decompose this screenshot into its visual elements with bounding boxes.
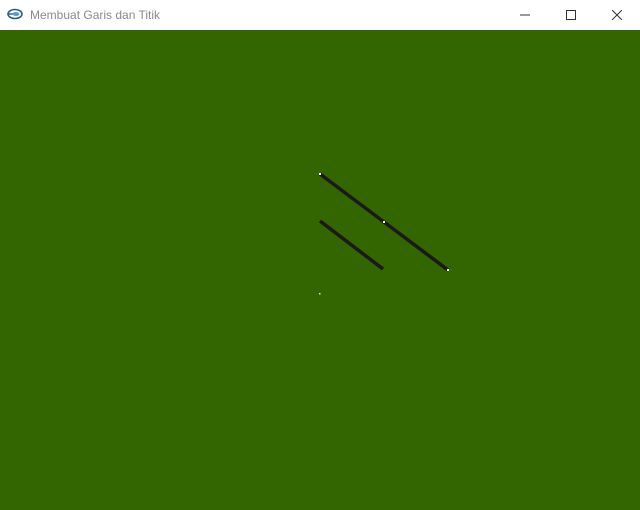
- minimize-button[interactable]: [502, 0, 548, 30]
- point-end-long-line: [447, 269, 449, 271]
- title-bar[interactable]: Membuat Garis dan Titik: [0, 0, 640, 30]
- canvas-drawing: [318, 172, 450, 295]
- maximize-icon: [566, 10, 576, 20]
- minimize-icon: [520, 14, 530, 16]
- close-button[interactable]: [594, 0, 640, 30]
- window-title: Membuat Garis dan Titik: [30, 8, 161, 22]
- drawing-canvas[interactable]: [0, 30, 640, 510]
- close-icon: [612, 10, 622, 20]
- point-mid-long-line: [383, 221, 385, 223]
- point-start-long-line: [319, 173, 321, 175]
- maximize-button[interactable]: [548, 0, 594, 30]
- short-line: [318, 219, 385, 271]
- app-icon[interactable]: [7, 7, 23, 21]
- point-isolated: [319, 293, 321, 295]
- app-window: Membuat Garis dan Titik: [0, 0, 640, 510]
